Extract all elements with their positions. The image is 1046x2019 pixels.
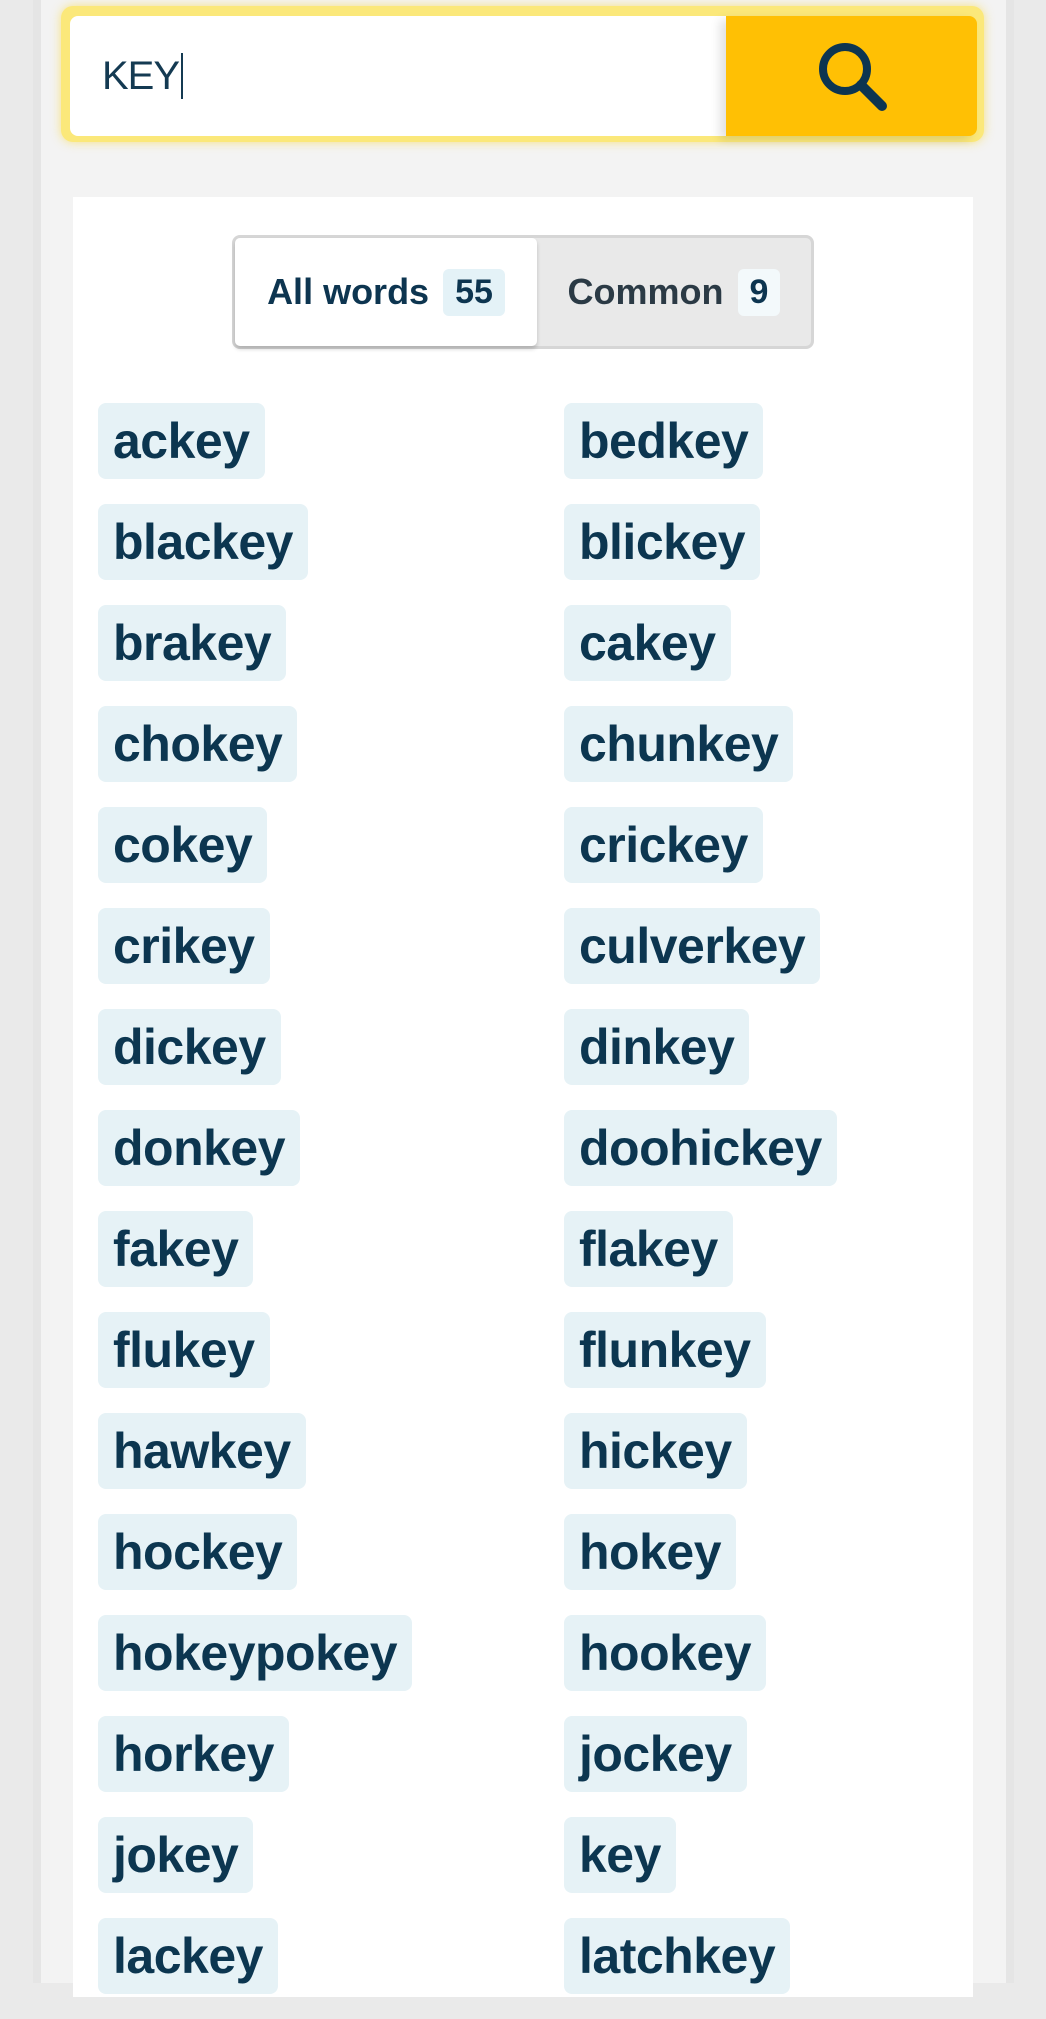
search-icon bbox=[818, 43, 887, 111]
word-chip[interactable]: chunkey bbox=[564, 706, 794, 782]
word-chip[interactable]: hokeypokey bbox=[98, 1615, 413, 1691]
word-row: jokey key bbox=[98, 1817, 958, 1918]
word-row: donkey doohickey bbox=[98, 1110, 958, 1211]
word-chip[interactable]: crickey bbox=[564, 807, 763, 883]
search-input-value: KEY bbox=[102, 53, 180, 98]
count-badge: 9 bbox=[737, 268, 781, 316]
search-bar: KEY bbox=[61, 6, 984, 142]
tab-common[interactable]: Common 9 bbox=[537, 238, 811, 346]
word-chip[interactable]: dickey bbox=[98, 1009, 281, 1085]
word-chip[interactable]: cakey bbox=[564, 605, 731, 681]
word-row: blackey blickey bbox=[98, 504, 958, 605]
word-chip[interactable]: fakey bbox=[98, 1211, 254, 1287]
word-chip[interactable]: donkey bbox=[98, 1110, 301, 1186]
count-badge: 55 bbox=[443, 268, 505, 316]
word-chip[interactable]: horkey bbox=[98, 1716, 289, 1792]
word-chip[interactable]: brakey bbox=[98, 605, 287, 681]
word-chip[interactable]: ackey bbox=[98, 403, 265, 479]
word-row: fakey flakey bbox=[98, 1211, 958, 1312]
word-chip[interactable]: hawkey bbox=[98, 1413, 306, 1489]
word-chip[interactable]: hokey bbox=[564, 1514, 737, 1590]
word-row: crikey culverkey bbox=[98, 908, 958, 1009]
search-button[interactable] bbox=[726, 16, 977, 136]
word-row: hawkey hickey bbox=[98, 1413, 958, 1514]
word-chip[interactable]: jokey bbox=[98, 1817, 254, 1893]
word-filter-toggle: All words 55 Common 9 bbox=[232, 235, 814, 349]
word-row: hokeypokey hookey bbox=[98, 1615, 958, 1716]
word-chip[interactable]: doohickey bbox=[564, 1110, 837, 1186]
search-input[interactable]: KEY bbox=[70, 16, 728, 136]
word-row: brakey cakey bbox=[98, 605, 958, 706]
text-caret bbox=[181, 53, 184, 99]
word-chip[interactable]: bedkey bbox=[564, 403, 764, 479]
page: KEY All words 55 Common 9 ackey bedkey b… bbox=[0, 0, 1046, 1997]
tab-label: Common bbox=[567, 271, 724, 312]
word-chip[interactable]: hickey bbox=[564, 1413, 747, 1489]
word-row: ackey bedkey bbox=[98, 403, 958, 504]
word-chip[interactable]: flukey bbox=[98, 1312, 270, 1388]
word-chip[interactable]: cokey bbox=[98, 807, 268, 883]
word-chip[interactable]: jockey bbox=[564, 1716, 747, 1792]
word-row: cokey crickey bbox=[98, 807, 958, 908]
word-row: horkey jockey bbox=[98, 1716, 958, 1817]
results-panel: All words 55 Common 9 ackey bedkey black… bbox=[73, 197, 973, 1997]
word-chip[interactable]: dinkey bbox=[564, 1009, 750, 1085]
word-chip[interactable]: culverkey bbox=[564, 908, 821, 984]
word-chip[interactable]: chokey bbox=[98, 706, 298, 782]
word-chip[interactable]: flakey bbox=[564, 1211, 733, 1287]
word-chip[interactable]: hookey bbox=[564, 1615, 767, 1691]
word-chip[interactable]: blackey bbox=[98, 504, 308, 580]
word-chip[interactable]: hockey bbox=[98, 1514, 298, 1590]
word-chip[interactable]: flunkey bbox=[564, 1312, 766, 1388]
word-row: flukey flunkey bbox=[98, 1312, 958, 1413]
tab-label: All words bbox=[267, 271, 430, 312]
word-chip[interactable]: crikey bbox=[98, 908, 270, 984]
word-row: hockey hokey bbox=[98, 1514, 958, 1615]
word-row: dickey dinkey bbox=[98, 1009, 958, 1110]
word-chip[interactable]: blickey bbox=[564, 504, 761, 580]
word-row: lackey latchkey bbox=[98, 1918, 958, 2019]
tab-all-words[interactable]: All words 55 bbox=[235, 238, 537, 346]
word-row: chokey chunkey bbox=[98, 706, 958, 807]
word-chip[interactable]: key bbox=[564, 1817, 676, 1893]
word-list: ackey bedkey blackey blickey brakey cake… bbox=[98, 403, 958, 2019]
